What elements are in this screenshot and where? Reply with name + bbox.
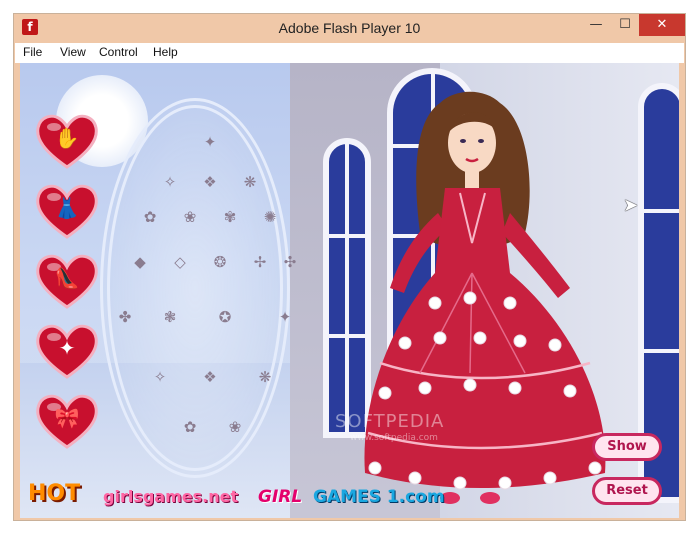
close-button[interactable]: ✕: [639, 14, 685, 36]
reset-button[interactable]: Reset: [592, 477, 662, 505]
mouse-cursor-icon: ➤: [623, 195, 639, 216]
dress-icon: 👗: [54, 196, 80, 220]
accessory-item[interactable]: ✿: [137, 208, 163, 230]
logo-girlsgames[interactable]: girlsgames.net: [103, 487, 238, 506]
gloves-icon: ✋: [54, 126, 80, 150]
accessory-item[interactable]: ✾: [217, 208, 243, 230]
category-wands-button[interactable]: ✦: [34, 321, 100, 381]
accessory-item[interactable]: ✢: [247, 253, 273, 275]
accessory-item[interactable]: ❀: [177, 208, 203, 230]
accessory-item[interactable]: ✪: [212, 308, 238, 330]
category-dresses-button[interactable]: 👗: [34, 181, 100, 241]
logo-girl[interactable]: GIRL: [258, 487, 302, 507]
accessory-item[interactable]: ✺: [257, 208, 283, 230]
accessory-item[interactable]: ✦: [272, 308, 298, 330]
bow-icon: 🎀: [54, 406, 80, 430]
category-bags-button[interactable]: 🎀: [34, 391, 100, 451]
accessory-item[interactable]: ✤: [112, 308, 138, 330]
accessory-item[interactable]: ✿: [177, 418, 203, 440]
accessory-item[interactable]: ✣: [277, 253, 303, 275]
accessory-item[interactable]: ◆: [127, 253, 153, 275]
accessory-item[interactable]: ❖: [197, 368, 223, 390]
menu-help[interactable]: Help: [153, 45, 178, 59]
menu-bar: File View Control Help: [15, 43, 684, 63]
softpedia-watermark: SOFTPEDIA: [335, 411, 445, 432]
accessory-item[interactable]: ❀: [222, 418, 248, 440]
shoes-icon: 👠: [54, 266, 80, 290]
softpedia-url-watermark: www.softpedia.com: [350, 433, 438, 443]
minimize-button[interactable]: —: [582, 14, 610, 36]
accessory-item[interactable]: ❃: [157, 308, 183, 330]
logo-hot[interactable]: HOT: [28, 481, 80, 506]
logo-games1[interactable]: GAMES 1.com: [313, 487, 445, 507]
maximize-button[interactable]: ☐: [611, 14, 639, 36]
accessory-item[interactable]: ❋: [252, 368, 278, 390]
accessory-item[interactable]: ✧: [157, 173, 183, 195]
accessory-item[interactable]: ✦: [197, 133, 223, 155]
accessory-item[interactable]: ◇: [167, 253, 193, 275]
category-shoes-button[interactable]: 👠: [34, 251, 100, 311]
menu-file[interactable]: File: [23, 45, 42, 59]
accessory-item[interactable]: ❋: [237, 173, 263, 195]
menu-control[interactable]: Control: [99, 45, 138, 59]
accessory-item[interactable]: ❖: [197, 173, 223, 195]
accessory-item[interactable]: ❂: [207, 253, 233, 275]
title-bar[interactable]: f Adobe Flash Player 10 — ☐ ✕: [14, 14, 685, 42]
accessory-item[interactable]: ✧: [147, 368, 173, 390]
category-gloves-button[interactable]: ✋: [34, 111, 100, 171]
app-window: f Adobe Flash Player 10 — ☐ ✕ File View …: [13, 13, 686, 521]
wand-icon: ✦: [58, 336, 76, 360]
flash-stage[interactable]: ✦ ✧ ❖ ❋ ✿ ❀ ✾ ✺ ◆ ◇ ❂ ✢ ✣ ✤ ❃ ✪ ✦ ✧ ❖ ❋ ✿ ❀ ✋ 👗 👠 ✦ 🎀: [20, 63, 679, 518]
menu-view[interactable]: View: [60, 45, 86, 59]
show-button[interactable]: Show: [592, 433, 662, 461]
